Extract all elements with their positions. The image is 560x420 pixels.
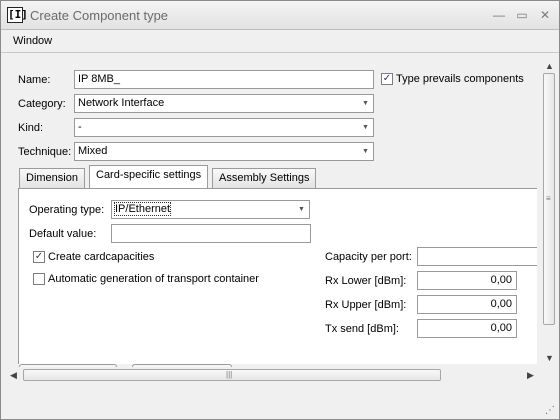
resize-grip-icon[interactable]: ⋰ (545, 405, 555, 416)
app-icon: [I] (7, 7, 28, 23)
auto-transport-checkbox[interactable] (33, 273, 45, 285)
chevron-down-icon[interactable]: ▼ (360, 98, 371, 109)
horizontal-scrollbar[interactable]: ◀ ||| ▶ (7, 367, 539, 384)
form-content: Name: IP 8MB_ ✓ Type prevails components… (7, 61, 537, 365)
default-value-label: Default value: (29, 228, 97, 240)
window-title: Create Component type (30, 8, 169, 23)
create-cardcapacities-label: Create cardcapacities (48, 251, 155, 263)
kind-value: - (78, 121, 82, 133)
card-settings-panel: Operating type: IP/Ethernet ▼ Default va… (18, 188, 537, 364)
rx-upper-input[interactable]: 0,00 (417, 295, 517, 314)
operating-type-value: IP/Ethernet (113, 202, 172, 216)
technique-value: Mixed (78, 145, 108, 157)
chevron-down-icon[interactable]: ▼ (360, 146, 371, 157)
chevron-down-icon[interactable]: ▼ (296, 204, 307, 215)
status-bar: ⋰ (1, 387, 559, 419)
scroll-left-icon[interactable]: ◀ (10, 370, 17, 380)
grip-icon: ||| (226, 370, 233, 379)
technique-select[interactable]: Mixed ▼ (74, 142, 374, 161)
capacity-per-port-label: Capacity per port: (325, 251, 412, 263)
rx-lower-label: Rx Lower [dBm]: (325, 275, 407, 287)
chevron-down-icon[interactable]: ▼ (360, 122, 371, 133)
dialog-window: [I] Create Component type — ▭ ✕ Window N… (0, 0, 560, 420)
category-label: Category: (18, 98, 66, 110)
vertical-scroll-thumb[interactable]: ≡ (543, 73, 555, 325)
kind-select[interactable]: - ▼ (74, 118, 374, 137)
name-label: Name: (18, 74, 51, 86)
technique-label: Technique: (18, 146, 72, 158)
scroll-down-icon[interactable]: ▼ (545, 353, 554, 363)
category-select[interactable]: Network Interface ▼ (74, 94, 374, 113)
type-prevails-label: Type prevails components (396, 73, 524, 85)
vertical-scrollbar[interactable]: ▲ ≡ ▼ (541, 59, 558, 367)
scroll-up-icon[interactable]: ▲ (545, 61, 554, 71)
tx-send-input[interactable]: 0,00 (417, 319, 517, 338)
name-input[interactable]: IP 8MB_ (74, 70, 374, 89)
tab-card-specific-settings[interactable]: Card-specific settings (89, 165, 209, 188)
grip-icon: ≡ (546, 194, 551, 203)
tab-assembly-settings[interactable]: Assembly Settings (212, 168, 317, 188)
tx-send-label: Tx send [dBm]: (325, 323, 399, 335)
operating-type-select[interactable]: IP/Ethernet ▼ (111, 200, 310, 219)
kind-label: Kind: (18, 122, 44, 134)
maximize-icon[interactable]: ▭ (514, 7, 530, 23)
default-value-input[interactable] (111, 224, 311, 243)
type-prevails-checkbox[interactable]: ✓ (381, 73, 393, 85)
horizontal-scroll-thumb[interactable]: ||| (23, 369, 441, 381)
menu-window[interactable]: Window (13, 35, 52, 47)
capacity-per-port-input[interactable] (417, 247, 537, 266)
minimize-icon[interactable]: — (491, 7, 507, 23)
rx-upper-label: Rx Upper [dBm]: (325, 299, 407, 311)
menu-bar: Window (1, 31, 559, 53)
operating-type-label: Operating type: (29, 204, 105, 216)
title-bar[interactable]: [I] Create Component type — ▭ ✕ (1, 1, 559, 30)
rx-lower-input[interactable]: 0,00 (417, 271, 517, 290)
create-cardcapacities-checkbox[interactable]: ✓ (33, 251, 45, 263)
close-icon[interactable]: ✕ (537, 7, 553, 23)
scroll-right-icon[interactable]: ▶ (527, 370, 534, 380)
tab-dimension[interactable]: Dimension (19, 168, 85, 188)
auto-transport-label: Automatic generation of transport contai… (48, 273, 259, 285)
category-value: Network Interface (78, 97, 165, 109)
